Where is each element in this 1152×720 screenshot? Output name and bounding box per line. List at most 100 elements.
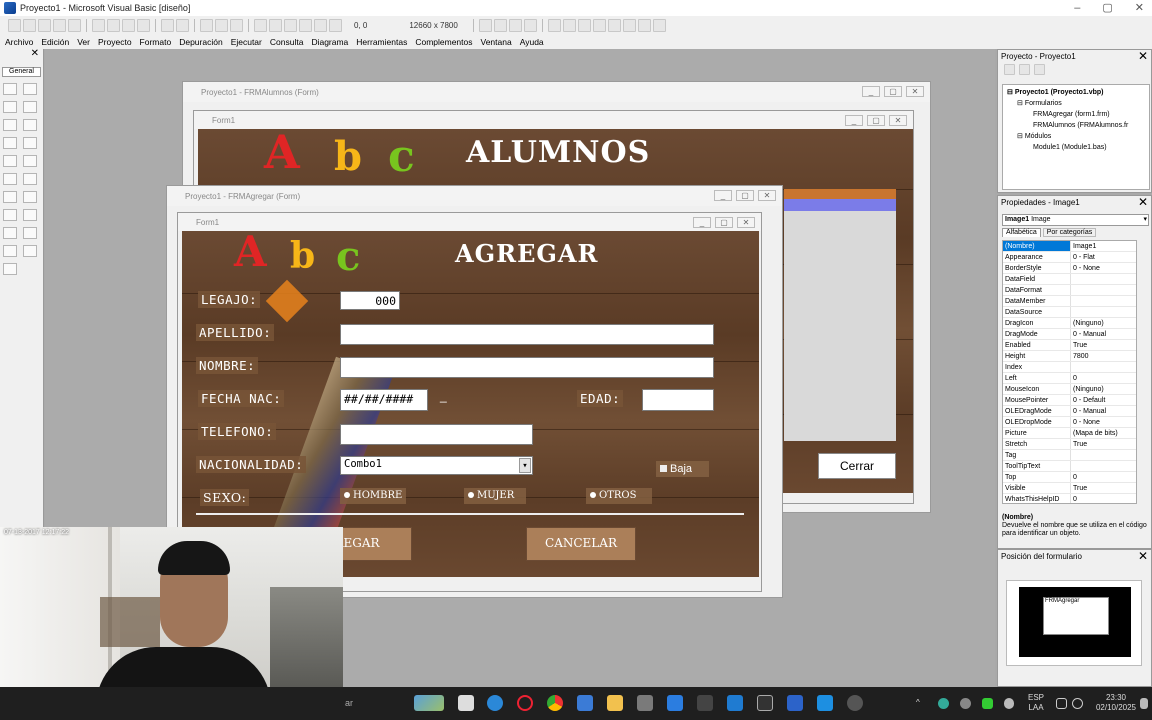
file-explorer-icon[interactable]	[607, 695, 623, 711]
property-value[interactable]: True	[1071, 439, 1136, 449]
prev-bookmark-icon[interactable]	[637, 19, 651, 32]
module-node[interactable]: Module1 (Module1.bas)	[1007, 142, 1145, 153]
minimize-button[interactable]: –	[1074, 0, 1080, 16]
edad-field[interactable]	[642, 389, 714, 411]
tab-alfabetica[interactable]: Alfabética	[1002, 228, 1041, 237]
property-value[interactable]: 0 - None	[1071, 263, 1136, 273]
max-icon[interactable]: ▢	[715, 217, 733, 228]
property-row[interactable]: Stretch True	[1003, 439, 1136, 450]
textbox-tool-icon[interactable]	[23, 101, 37, 113]
property-row[interactable]: OLEDropMode 0 - None	[1003, 417, 1136, 428]
timer-tool-icon[interactable]	[3, 191, 17, 203]
property-row[interactable]: OLEDragMode 0 - Manual	[1003, 406, 1136, 417]
find-icon[interactable]	[137, 19, 150, 32]
toggle-folders-icon[interactable]	[1034, 64, 1045, 75]
property-row[interactable]: (Nombre) Image1	[1003, 241, 1136, 252]
project-explorer-icon[interactable]	[254, 19, 267, 32]
forms-folder-node[interactable]: ⊟ Formularios	[1007, 98, 1145, 109]
menu-diagrama[interactable]: Diagrama	[311, 37, 348, 47]
listbox-tool-icon[interactable]	[23, 155, 37, 167]
image-tool-icon[interactable]	[3, 245, 17, 257]
format-icon[interactable]	[523, 19, 537, 32]
terminal-icon[interactable]	[757, 695, 773, 711]
vscode-icon[interactable]	[667, 695, 683, 711]
property-value[interactable]	[1071, 274, 1136, 284]
properties-icon[interactable]	[269, 19, 282, 32]
property-row[interactable]: MouseIcon (Ninguno)	[1003, 384, 1136, 395]
close-button[interactable]: ✕	[1135, 0, 1144, 16]
property-value[interactable]	[1071, 296, 1136, 306]
alumnos-grid[interactable]	[784, 189, 896, 441]
clear-bookmarks-icon[interactable]	[652, 19, 666, 32]
stop-icon[interactable]	[230, 19, 243, 32]
option-hombre[interactable]: HOMBRE	[340, 488, 406, 504]
property-value[interactable]: 7800	[1071, 351, 1136, 361]
cancelar-button[interactable]: CANCELAR	[526, 527, 636, 561]
add-form-icon[interactable]	[23, 19, 36, 32]
telefono-field[interactable]	[340, 424, 533, 445]
property-row[interactable]: DataField	[1003, 274, 1136, 285]
property-value[interactable]	[1071, 362, 1136, 372]
legajo-field[interactable]: 000	[340, 291, 400, 310]
menu-edicion[interactable]: Edición	[41, 37, 69, 47]
maximize-button[interactable]: ▢	[1102, 0, 1112, 16]
tab-categorias[interactable]: Por categorías	[1042, 228, 1097, 237]
property-value[interactable]: 0 - Flat	[1071, 252, 1136, 262]
form-node-agregar[interactable]: FRMAgregar (form1.frm)	[1007, 109, 1145, 120]
property-row[interactable]: DataSource	[1003, 307, 1136, 318]
next-bookmark-icon[interactable]	[622, 19, 636, 32]
property-value[interactable]: 0 - None	[1071, 417, 1136, 427]
property-row[interactable]: BorderStyle 0 - None	[1003, 263, 1136, 274]
taskbar-search-stub[interactable]: ar	[345, 698, 353, 708]
property-row[interactable]: Index	[1003, 362, 1136, 373]
menu-consulta[interactable]: Consulta	[270, 37, 304, 47]
commandbutton-tool-icon[interactable]	[23, 119, 37, 131]
menu-depuracion[interactable]: Depuración	[179, 37, 222, 47]
vb6-icon[interactable]	[637, 695, 653, 711]
property-value[interactable]: 0	[1071, 472, 1136, 482]
chevron-down-icon[interactable]: ▾	[1143, 215, 1147, 225]
powershell-icon[interactable]	[787, 695, 803, 711]
close-icon[interactable]: ✕	[1137, 550, 1149, 562]
align-icon[interactable]	[478, 19, 492, 32]
taskview-icon[interactable]	[458, 695, 474, 711]
property-value[interactable]: (Mapa de bits)	[1071, 428, 1136, 438]
property-row[interactable]: DataFormat	[1003, 285, 1136, 296]
form-position-box[interactable]: FRMAgregar	[1043, 597, 1109, 635]
max-icon[interactable]: ▢	[867, 115, 885, 126]
checkbox-tool-icon[interactable]	[3, 137, 17, 149]
menu-ventana[interactable]: Ventana	[481, 37, 512, 47]
property-value[interactable]: 0 - Manual	[1071, 329, 1136, 339]
pointer-tool-icon[interactable]	[3, 83, 17, 95]
nombre-field[interactable]	[340, 357, 714, 378]
app-icon[interactable]	[727, 695, 743, 711]
edge-icon[interactable]	[487, 695, 503, 711]
property-value[interactable]: (Ninguno)	[1071, 384, 1136, 394]
drivelist-tool-icon[interactable]	[23, 191, 37, 203]
close-icon[interactable]: ✕	[889, 115, 907, 126]
menu-complementos[interactable]: Complementos	[415, 37, 472, 47]
app-icon[interactable]	[817, 695, 833, 711]
min-icon[interactable]: _	[714, 190, 732, 201]
close-icon[interactable]: ✕	[906, 86, 924, 97]
menu-ejecutar[interactable]: Ejecutar	[231, 37, 262, 47]
max-icon[interactable]: ▢	[736, 190, 754, 201]
property-row[interactable]: WhatsThisHelpID 0	[1003, 494, 1136, 503]
property-row[interactable]: ToolTipText	[1003, 461, 1136, 472]
line-tool-icon[interactable]	[23, 227, 37, 239]
center-icon[interactable]	[493, 19, 507, 32]
property-value[interactable]: 0 - Manual	[1071, 406, 1136, 416]
property-row[interactable]: DataMember	[1003, 296, 1136, 307]
checkbox-box[interactable]	[660, 465, 667, 472]
property-row[interactable]: MousePointer 0 - Default	[1003, 395, 1136, 406]
property-row[interactable]: Height 7800	[1003, 351, 1136, 362]
property-row[interactable]: Visible True	[1003, 483, 1136, 494]
property-value[interactable]: True	[1071, 340, 1136, 350]
label-tool-icon[interactable]	[3, 101, 17, 113]
property-value[interactable]: (Ninguno)	[1071, 318, 1136, 328]
shape-tool-icon[interactable]	[3, 227, 17, 239]
apellido-field[interactable]	[340, 324, 714, 345]
toolbox-tab-general[interactable]: General	[2, 67, 41, 77]
opera-icon[interactable]	[517, 695, 533, 711]
max-icon[interactable]: ▢	[884, 86, 902, 97]
